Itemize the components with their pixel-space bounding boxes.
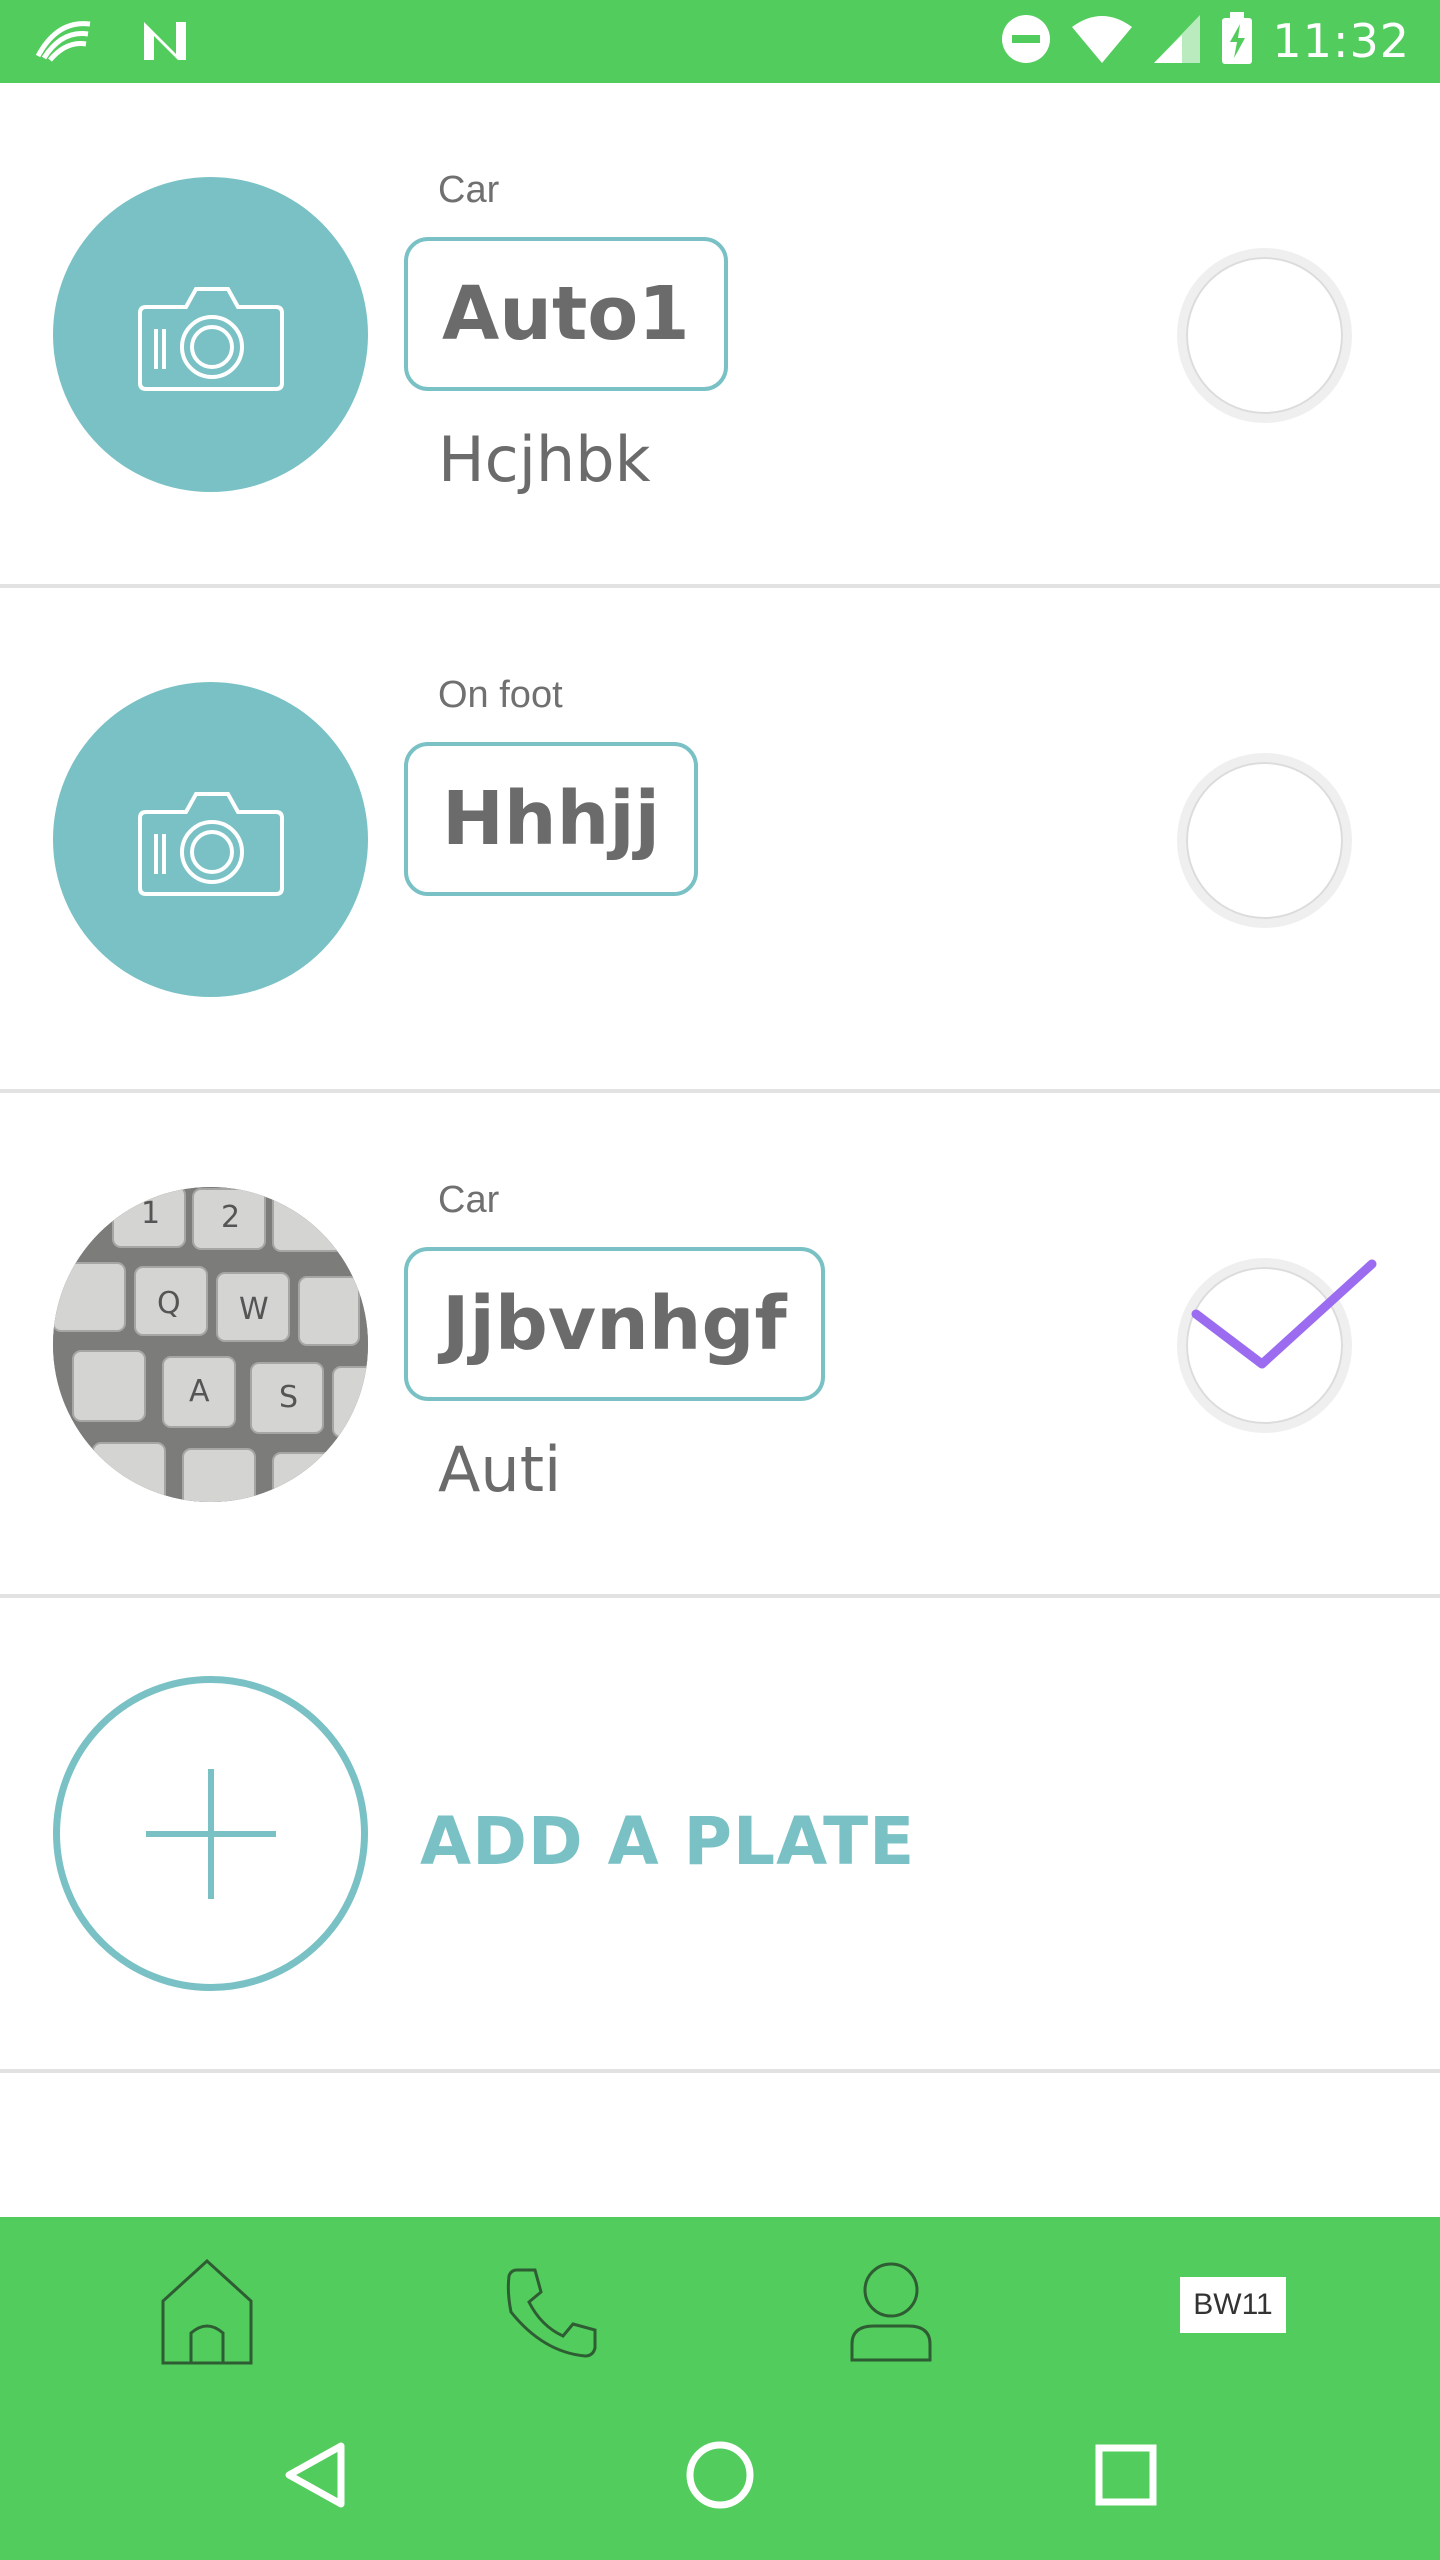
add-plate-row[interactable]: ADD A PLATE: [0, 1598, 1440, 2073]
camera-avatar[interactable]: [53, 682, 368, 997]
status-bar: 11:32: [0, 0, 1440, 83]
plate-number[interactable]: Auto1: [404, 237, 728, 391]
wifi-icon: [1070, 13, 1134, 69]
home-circle-icon: [686, 2441, 754, 2509]
nav-phone[interactable]: [496, 2257, 606, 2367]
nav-profile[interactable]: [836, 2257, 946, 2367]
select-toggle[interactable]: [1177, 753, 1352, 928]
phone-icon: [506, 2268, 597, 2358]
signal-icon: [1152, 13, 1202, 69]
plate-row[interactable]: 1 2 Q W A S Car Jjbvnhgf Auti: [0, 1093, 1440, 1598]
select-toggle[interactable]: [1177, 248, 1352, 423]
camera-avatar[interactable]: [53, 177, 368, 492]
status-time: 11:32: [1272, 14, 1410, 68]
back-icon: [285, 2442, 345, 2508]
vehicle-type-label: On foot: [438, 674, 563, 716]
recents-button[interactable]: [1076, 2425, 1176, 2525]
system-nav: [0, 2387, 1440, 2560]
plus-icon: [146, 1769, 276, 1899]
svg-text:S: S: [279, 1380, 298, 1415]
swiftkey-icon: [34, 18, 94, 68]
vehicle-type-label: Car: [438, 169, 500, 211]
battery-charging-icon: [1220, 12, 1254, 70]
plate-description: Auti: [438, 1433, 562, 1506]
back-button[interactable]: [266, 2425, 366, 2525]
vehicle-type-label: Car: [438, 1179, 500, 1221]
plate-list: Car Auto1 Hcjhbk On foot Hhhjj 1 2 Q W A…: [0, 83, 1440, 2073]
add-plate-button[interactable]: [53, 1676, 368, 1991]
plate-row[interactable]: Car Auto1 Hcjhbk: [0, 83, 1440, 588]
svg-text:1: 1: [141, 1196, 160, 1231]
recents-icon: [1095, 2444, 1157, 2506]
svg-text:W: W: [239, 1292, 269, 1327]
svg-text:Q: Q: [157, 1286, 181, 1321]
home-icon: [161, 2258, 253, 2365]
plate-number[interactable]: Jjbvnhgf: [404, 1247, 825, 1401]
bottom-nav: BW11: [0, 2217, 1440, 2387]
plate-row[interactable]: On foot Hhhjj: [0, 588, 1440, 1093]
do-not-disturb-icon: [1000, 13, 1052, 69]
home-button[interactable]: [670, 2425, 770, 2525]
keyboard-photo-avatar[interactable]: 1 2 Q W A S: [53, 1187, 368, 1502]
camera-icon: [137, 792, 284, 896]
profile-icon: [850, 2262, 932, 2362]
keyboard-photo-image: 1 2 Q W A S: [53, 1187, 368, 1502]
nav-home[interactable]: [152, 2257, 262, 2367]
camera-icon: [137, 287, 284, 391]
plate-description: Hcjhbk: [438, 423, 651, 496]
add-plate-label[interactable]: ADD A PLATE: [420, 1803, 915, 1880]
plate-number[interactable]: Hhhjj: [404, 742, 699, 896]
n-notification-icon: [138, 18, 192, 68]
svg-text:A: A: [189, 1374, 210, 1409]
svg-text:2: 2: [221, 1200, 240, 1235]
checkmark-icon: [1191, 1259, 1377, 1369]
plate-chip[interactable]: BW11: [1180, 2277, 1286, 2333]
